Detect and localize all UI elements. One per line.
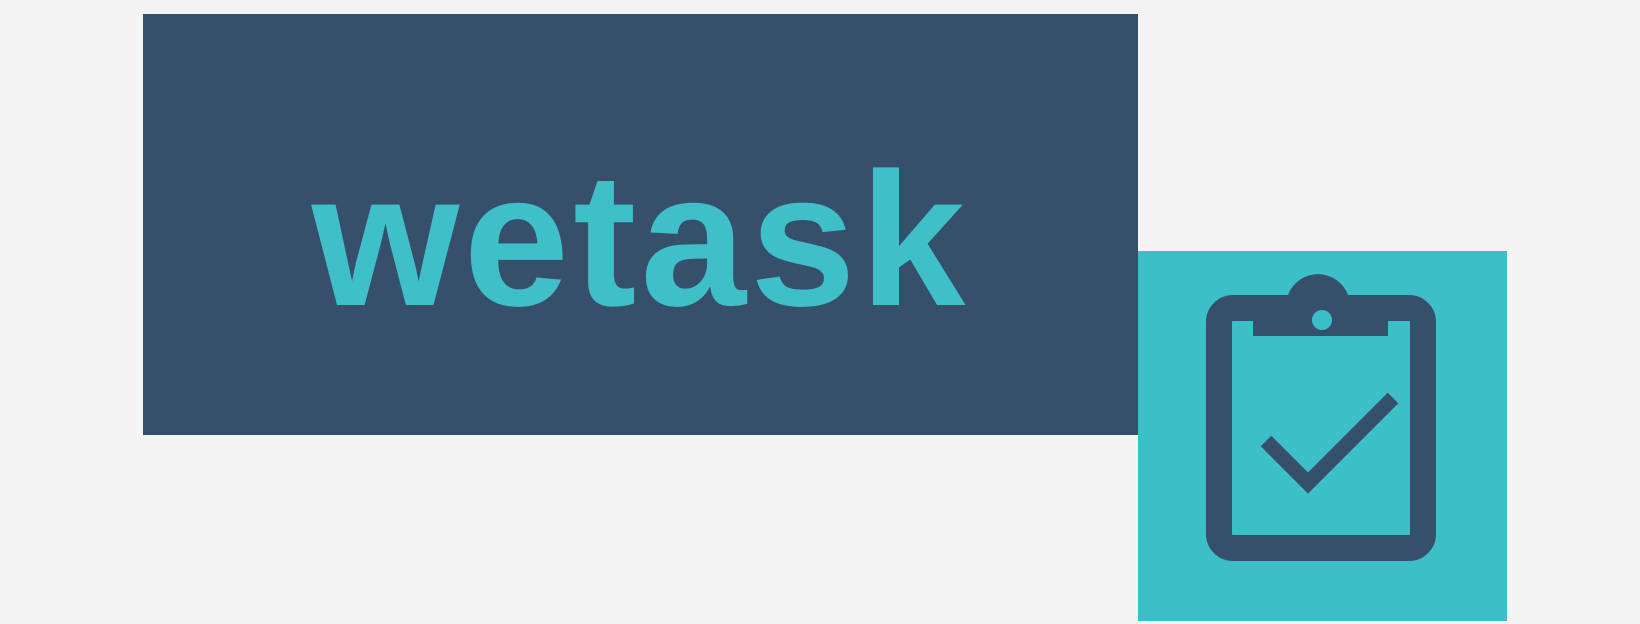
logo-wordmark: wetask [311, 134, 970, 346]
clipboard-check-icon [1206, 274, 1436, 561]
logo-banner: wetask [143, 14, 1138, 435]
icon-tile [1138, 251, 1507, 621]
